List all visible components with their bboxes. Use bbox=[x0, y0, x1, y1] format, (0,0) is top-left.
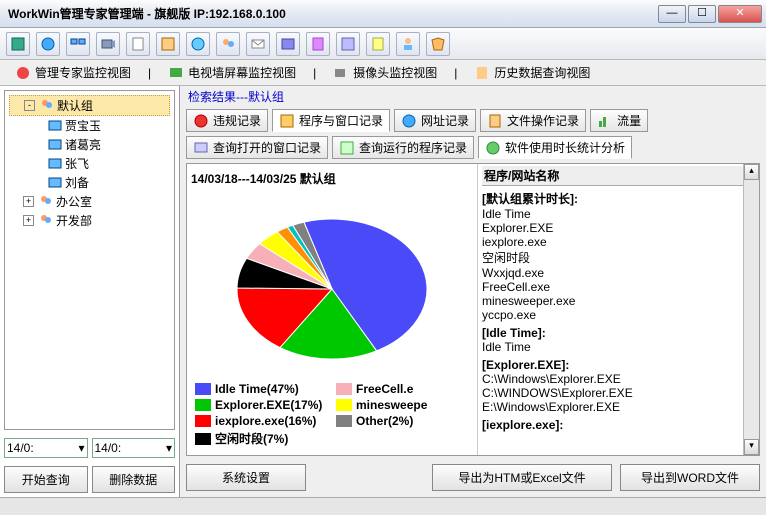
delete-data-button[interactable]: 删除数据 bbox=[92, 466, 176, 493]
legend-item: Other(2%) bbox=[336, 414, 469, 428]
toolbar-icon-monitors[interactable] bbox=[66, 32, 90, 56]
view-monitor[interactable]: 管理专家监控视图 bbox=[8, 61, 138, 84]
data-row[interactable]: FreeCell.exe bbox=[482, 280, 755, 294]
data-row[interactable]: iexplore.exe2 bbox=[482, 235, 755, 249]
data-section: [Explorer.EXE]: bbox=[482, 358, 755, 372]
bottom-buttons: 系统设置 导出为HTM或Excel文件 导出到WORD文件 bbox=[180, 458, 766, 497]
data-row[interactable]: 空闲时段 bbox=[482, 249, 755, 266]
expand-icon[interactable]: + bbox=[23, 196, 34, 207]
group-tree[interactable]: -默认组 贾宝玉 诸葛亮 张飞 刘备 +办公室 +开发部 bbox=[4, 90, 175, 430]
main-toolbar bbox=[0, 28, 766, 60]
data-section: [Idle Time]: bbox=[482, 326, 755, 340]
data-row[interactable]: Wxxjqd.exe bbox=[482, 266, 755, 280]
search-result-label: 检索结果---默认组 bbox=[180, 86, 766, 107]
export-word-button[interactable]: 导出到WORD文件 bbox=[620, 464, 760, 491]
data-row[interactable]: Idle Time6 bbox=[482, 340, 755, 354]
toolbar-icon-12[interactable] bbox=[336, 32, 360, 56]
subtab-usage-stats[interactable]: 软件使用时长统计分析 bbox=[478, 136, 632, 159]
window-title: WorkWin管理专家管理端 - 旗舰版 IP:192.168.0.100 bbox=[0, 5, 658, 22]
data-row[interactable]: Idle Time6 bbox=[482, 207, 755, 221]
tree-user[interactable]: 诸葛亮 bbox=[9, 135, 170, 154]
date-to[interactable]: 14/0:▾ bbox=[92, 438, 176, 458]
scroll-down-icon[interactable]: ▾ bbox=[744, 439, 759, 455]
view-tvwall[interactable]: 电视墙屏幕监控视图 bbox=[161, 61, 303, 84]
chart-area: 14/03/18---14/03/25 默认组 Idle Time(47%) F… bbox=[186, 163, 760, 456]
sub-tabs: 查询打开的窗口记录 查询运行的程序记录 软件使用时长统计分析 bbox=[180, 134, 766, 161]
data-section: [iexplore.exe]: bbox=[482, 418, 755, 432]
start-query-button[interactable]: 开始查询 bbox=[4, 466, 88, 493]
status-bar bbox=[0, 497, 766, 515]
toolbar-icon-11[interactable] bbox=[306, 32, 330, 56]
data-row[interactable]: Explorer.EXE2 bbox=[482, 221, 755, 235]
data-header: 程序/网站名称 bbox=[482, 166, 755, 186]
legend-item: Idle Time(47%) bbox=[195, 382, 328, 396]
toolbar-icon-users[interactable] bbox=[216, 32, 240, 56]
pie-chart bbox=[191, 189, 473, 378]
toolbar-icon-6[interactable] bbox=[156, 32, 180, 56]
view-history[interactable]: 历史数据查询视图 bbox=[467, 61, 597, 84]
tree-user[interactable]: 刘备 bbox=[9, 173, 170, 192]
toolbar-icon-camera[interactable] bbox=[96, 32, 120, 56]
toolbar-icon-doc[interactable] bbox=[126, 32, 150, 56]
scrollbar[interactable]: ▴ ▾ bbox=[743, 164, 759, 455]
toolbar-icon-log[interactable] bbox=[366, 32, 390, 56]
toolbar-icon-7[interactable] bbox=[186, 32, 210, 56]
date-from[interactable]: 14/0:▾ bbox=[4, 438, 88, 458]
close-button[interactable]: ✕ bbox=[718, 5, 762, 23]
subtab-program-records[interactable]: 查询运行的程序记录 bbox=[332, 136, 474, 159]
view-bar: 管理专家监控视图 | 电视墙屏幕监控视图 | 摄像头监控视图 | 历史数据查询视… bbox=[0, 60, 766, 86]
export-htm-excel-button[interactable]: 导出为HTM或Excel文件 bbox=[432, 464, 612, 491]
toolbar-icon-user[interactable] bbox=[396, 32, 420, 56]
data-list: 程序/网站名称 [默认组累计时长]: Idle Time6 Explorer.E… bbox=[477, 164, 759, 455]
toolbar-icon-shield[interactable] bbox=[426, 32, 450, 56]
data-row[interactable]: C:\WINDOWS\Explorer.EXE bbox=[482, 386, 755, 400]
title-bar: WorkWin管理专家管理端 - 旗舰版 IP:192.168.0.100 — … bbox=[0, 0, 766, 28]
data-row[interactable]: E:\Windows\Explorer.EXE bbox=[482, 400, 755, 414]
system-settings-button[interactable]: 系统设置 bbox=[186, 464, 306, 491]
view-camera[interactable]: 摄像头监控视图 bbox=[326, 61, 444, 84]
minimize-button[interactable]: — bbox=[658, 5, 686, 23]
legend-item: Explorer.EXE(17%) bbox=[195, 398, 328, 412]
tab-fileop[interactable]: 文件操作记录 bbox=[480, 109, 586, 132]
legend-item: iexplore.exe(16%) bbox=[195, 414, 328, 428]
scroll-up-icon[interactable]: ▴ bbox=[744, 164, 759, 180]
toolbar-icon-10[interactable] bbox=[276, 32, 300, 56]
tab-program-window[interactable]: 程序与窗口记录 bbox=[272, 109, 390, 132]
data-row[interactable]: minesweeper.exe4 bbox=[482, 294, 755, 308]
tree-group-office[interactable]: +办公室 bbox=[9, 192, 170, 211]
legend-item: 空闲时段(7%) bbox=[195, 430, 328, 447]
maximize-button[interactable]: ☐ bbox=[688, 5, 716, 23]
data-row[interactable]: C:\Windows\Explorer.EXE bbox=[482, 372, 755, 386]
tab-url[interactable]: 网址记录 bbox=[394, 109, 476, 132]
tree-group-default[interactable]: -默认组 bbox=[9, 95, 170, 116]
left-pane: -默认组 贾宝玉 诸葛亮 张飞 刘备 +办公室 +开发部 14/0:▾ 14/0… bbox=[0, 86, 180, 497]
tree-group-dev[interactable]: +开发部 bbox=[9, 211, 170, 230]
data-row[interactable]: yccpo.exe3 bbox=[482, 308, 755, 322]
right-pane: 检索结果---默认组 违规记录 程序与窗口记录 网址记录 文件操作记录 流量 查… bbox=[180, 86, 766, 497]
expand-icon[interactable]: + bbox=[23, 215, 34, 226]
toolbar-icon-mail[interactable] bbox=[246, 32, 270, 56]
main-tabs: 违规记录 程序与窗口记录 网址记录 文件操作记录 流量 bbox=[180, 107, 766, 134]
data-section: [默认组累计时长]: bbox=[482, 190, 755, 207]
legend-item: minesweepe bbox=[336, 398, 469, 412]
subtab-window-records[interactable]: 查询打开的窗口记录 bbox=[186, 136, 328, 159]
chart-header: 14/03/18---14/03/25 默认组 bbox=[191, 168, 473, 189]
chart-legend: Idle Time(47%) FreeCell.e Explorer.EXE(1… bbox=[191, 378, 473, 451]
legend-item: FreeCell.e bbox=[336, 382, 469, 396]
toolbar-icon-1[interactable] bbox=[6, 32, 30, 56]
tab-traffic[interactable]: 流量 bbox=[590, 109, 648, 132]
tab-violation[interactable]: 违规记录 bbox=[186, 109, 268, 132]
toolbar-icon-globe[interactable] bbox=[36, 32, 60, 56]
tree-user[interactable]: 张飞 bbox=[9, 154, 170, 173]
tree-user[interactable]: 贾宝玉 bbox=[9, 116, 170, 135]
collapse-icon[interactable]: - bbox=[24, 100, 35, 111]
